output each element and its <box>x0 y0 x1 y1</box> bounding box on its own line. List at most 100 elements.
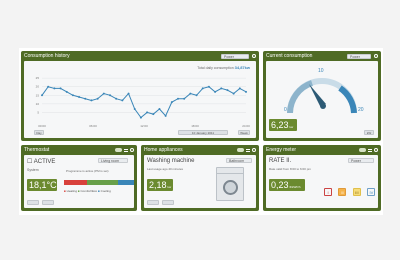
rate-option-4[interactable]: IV <box>367 188 376 196</box>
data-point <box>84 97 87 100</box>
data-point <box>133 108 136 110</box>
data-point <box>78 96 81 98</box>
data-point <box>127 92 130 95</box>
data-point <box>109 94 111 97</box>
thermostat-body: ☐ ACTIVE Living room System Programme is… <box>24 155 134 208</box>
data-point <box>152 113 155 116</box>
rate-note: Rate valid from 8:00 to 6:00 pm <box>269 167 311 171</box>
data-point <box>245 90 247 93</box>
y-tick-label: 10 <box>36 102 40 106</box>
energy-meter-panel: Energy meter RATE II. Power Rate valid f… <box>263 145 381 211</box>
current-consumption-panel: Current consumption Power 0 10 20 6,23 k… <box>263 51 381 141</box>
thermostat-plus-button[interactable] <box>42 200 54 205</box>
data-point <box>220 87 223 90</box>
temperature-box: 18,1°C <box>27 179 57 191</box>
menu-icon[interactable] <box>246 148 250 152</box>
power-select[interactable]: Power <box>348 158 374 163</box>
y-tick-label: 15 <box>36 93 40 97</box>
chart-area: Total daily consumption 34,87kw 5 10 15 20 2… <box>24 61 256 138</box>
temperature-legend: ■ Heating ■ Comfort/Eco ■ Cooling <box>64 189 111 193</box>
rate-unit: €/kWh/h <box>289 185 301 189</box>
status-icon: ☐ <box>27 159 33 165</box>
appliance-note: Last usage ago 40 minutes <box>147 167 184 171</box>
data-point <box>195 94 198 97</box>
menu-icon[interactable] <box>124 148 128 152</box>
appliances-body: Washing machine Bathroom Last usage ago … <box>144 155 256 208</box>
gauge-area: 0 10 20 6,23 kw kW <box>266 61 378 138</box>
power-select[interactable]: Power <box>347 53 371 59</box>
temperature-bar <box>64 180 134 185</box>
panel-title: Current consumption <box>266 53 313 59</box>
consumption-type-select[interactable]: Power <box>221 53 249 59</box>
toggle-icon[interactable] <box>359 148 366 152</box>
panel-title: Energy meter <box>266 147 297 153</box>
x-tick-label: 24:00 <box>242 124 250 128</box>
data-point <box>170 101 173 104</box>
washing-machine-icon <box>216 167 244 201</box>
consumption-line-chart: 5 10 15 20 25 00:00 06:00 12:00 18:00 24:00 <box>36 76 250 128</box>
panel-title: Consumption history <box>24 53 70 59</box>
data-point <box>59 87 62 90</box>
y-tick-label: 20 <box>36 85 40 89</box>
y-tick-label: 25 <box>36 76 40 80</box>
unit-button[interactable]: kW <box>364 130 374 135</box>
close-icon[interactable] <box>374 148 378 152</box>
dial-max: 20 <box>358 107 364 113</box>
rate-option-2[interactable]: II <box>338 188 347 196</box>
x-tick-label: 06:00 <box>89 124 97 128</box>
room-select[interactable]: Bathroom <box>226 158 252 163</box>
x-tick-label: 00:00 <box>38 124 46 128</box>
toggle-icon[interactable] <box>115 148 122 152</box>
data-point <box>146 111 149 114</box>
rate-option-1[interactable]: I <box>324 188 332 196</box>
appliance-value-box: 2,18 kw <box>147 179 173 191</box>
y-tick-label: 5 <box>37 110 39 114</box>
rate-label: RATE II. <box>269 158 292 164</box>
menu-icon[interactable] <box>368 148 372 152</box>
gauge-needle <box>309 84 326 106</box>
dashboard: Consumption history Power Total daily co… <box>19 48 383 215</box>
appliance-next-button[interactable] <box>162 200 174 205</box>
x-tick-label: 18:00 <box>191 124 199 128</box>
date-field[interactable]: 10 January 2011 <box>178 130 228 135</box>
thermostat-minus-button[interactable] <box>27 200 39 205</box>
data-point <box>189 92 192 95</box>
close-icon[interactable] <box>130 148 134 152</box>
room-select[interactable]: Living room <box>98 158 128 163</box>
data-point <box>47 85 50 88</box>
data-point <box>102 92 105 95</box>
rate-selector: I II III IV <box>324 181 377 199</box>
thermostat-sub: System <box>27 168 39 172</box>
dial-min: 0 <box>284 107 287 113</box>
data-point <box>115 97 118 100</box>
appliance-name: Washing machine <box>147 158 195 164</box>
data-point <box>90 99 93 102</box>
legend-heating: Heating <box>66 189 77 193</box>
rate-value-box: 0,23 €/kWh/h <box>269 179 305 191</box>
data-point <box>164 114 167 117</box>
energy-meter-body: RATE II. Power Rate valid from 8:00 to 6… <box>266 155 378 208</box>
day-button[interactable]: Day <box>34 130 44 135</box>
consumption-history-panel: Consumption history Power Total daily co… <box>21 51 259 141</box>
home-appliances-panel: Home appliances Washing machine Bathroom… <box>141 145 259 211</box>
toggle-icon[interactable] <box>237 148 244 152</box>
close-icon[interactable] <box>252 148 256 152</box>
close-icon[interactable] <box>252 54 256 58</box>
data-point <box>53 87 56 90</box>
legend-cooling: Cooling <box>100 189 111 193</box>
close-icon[interactable] <box>374 54 378 58</box>
thermostat-note: Programme is active (PM is set) <box>66 169 109 173</box>
thermostat-panel: Thermostat ☐ ACTIVE Living room System P… <box>21 145 137 211</box>
appliance-prev-button[interactable] <box>147 200 159 205</box>
appliance-value: 2,18 <box>149 180 167 190</box>
week-button[interactable]: Week <box>238 130 250 135</box>
data-point <box>121 99 124 102</box>
data-point <box>71 94 74 97</box>
panel-title: Thermostat <box>24 147 50 153</box>
data-point <box>226 89 229 92</box>
data-point <box>65 90 68 93</box>
current-value-box: 6,23 kw <box>269 119 297 131</box>
data-point <box>96 97 99 100</box>
x-tick-label: 12:00 <box>140 124 148 128</box>
rate-option-3[interactable]: III <box>352 188 361 196</box>
